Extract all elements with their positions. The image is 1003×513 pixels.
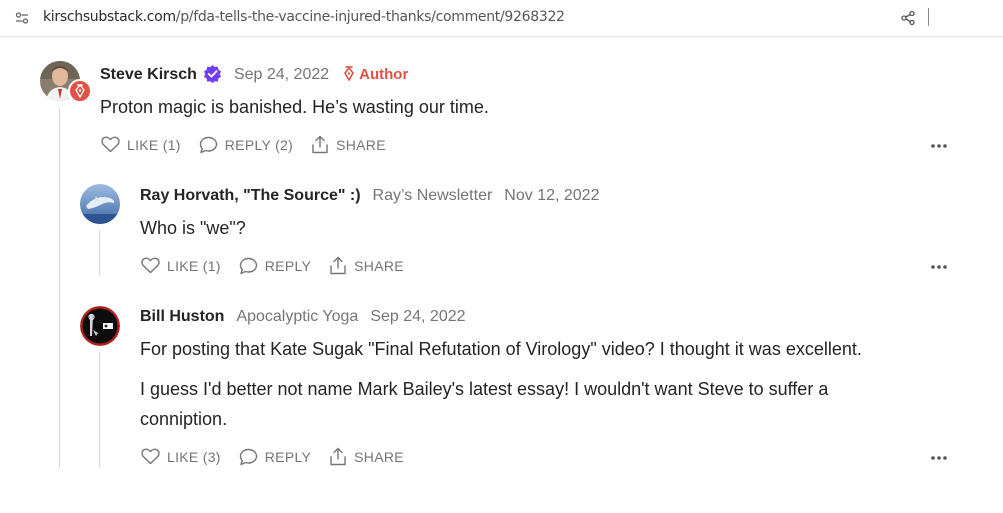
reply-label: REPLY (2) xyxy=(224,136,294,153)
avatar[interactable] xyxy=(80,306,120,346)
reply-button[interactable]: REPLY xyxy=(239,257,311,275)
share-button[interactable]: SHARE xyxy=(329,447,404,466)
comment-publication[interactable]: Ray’s Newsletter xyxy=(373,187,493,204)
comment-text: I guess I'd better not name Mark Bailey'… xyxy=(140,379,829,399)
comment-text: conniption. xyxy=(140,409,228,429)
comment-text: Proton magic is banished. He’s wasting o… xyxy=(100,97,489,117)
comment-text: For posting that Kate Sugak "Final Refut… xyxy=(140,339,862,359)
author-pen-icon xyxy=(344,66,355,82)
more-icon[interactable] xyxy=(930,264,948,270)
author-pen-icon xyxy=(75,83,85,99)
like-button[interactable]: LIKE (1) xyxy=(141,257,221,274)
more-icon[interactable] xyxy=(930,455,948,461)
reply-label: REPLY xyxy=(264,448,312,465)
comment-meta: Bill Huston Apocalyptic Yoga Sep 24, 2022 xyxy=(140,308,466,326)
like-button[interactable]: LIKE (1) xyxy=(101,136,181,153)
comment-publication[interactable]: Apocalyptic Yoga xyxy=(236,308,358,325)
share-button[interactable]: SHARE xyxy=(329,256,404,275)
share-button[interactable]: SHARE xyxy=(311,135,386,154)
share-icon xyxy=(330,256,346,275)
comment-date[interactable]: Sep 24, 2022 xyxy=(370,308,465,325)
share-label: SHARE xyxy=(336,136,386,153)
reply-button[interactable]: REPLY xyxy=(239,448,311,466)
reply-bubble-icon xyxy=(199,136,217,153)
author-badge xyxy=(68,79,92,103)
share-label: SHARE xyxy=(354,257,404,274)
comment-author[interactable]: Ray Horvath, "The Source" :) xyxy=(140,187,361,204)
comment-meta: Steve Kirsch Sep 24, 2022 Author xyxy=(100,64,408,84)
heart-icon xyxy=(141,257,160,274)
like-label: LIKE (1) xyxy=(167,257,221,274)
share-icon xyxy=(312,135,328,154)
like-label: LIKE (3) xyxy=(167,448,221,465)
author-tag: Author xyxy=(343,66,408,83)
more-icon[interactable] xyxy=(930,143,948,149)
comment-body: For posting that Kate Sugak "Final Refut… xyxy=(140,334,862,434)
comment-body: Who is "we"? xyxy=(140,213,246,243)
verified-icon xyxy=(203,64,221,83)
heart-icon xyxy=(101,136,120,153)
share-page-icon[interactable] xyxy=(900,10,916,26)
share-icon xyxy=(330,447,346,466)
comment-author[interactable]: Steve Kirsch xyxy=(100,66,197,83)
url-path: /p/fda-tells-the-vaccine-injured-thanks/… xyxy=(175,9,565,25)
comment-actions: LIKE (3) REPLY SHARE xyxy=(141,447,422,466)
reply-bubble-icon xyxy=(239,257,257,274)
comment-author[interactable]: Bill Huston xyxy=(140,308,224,325)
thread-line-main[interactable] xyxy=(59,108,60,468)
avatar[interactable] xyxy=(80,184,120,224)
share-label: SHARE xyxy=(354,448,404,465)
like-button[interactable]: LIKE (3) xyxy=(141,448,221,465)
url-host: kirschsubstack.com xyxy=(43,9,176,25)
comment-date[interactable]: Sep 24, 2022 xyxy=(234,66,329,83)
address-field[interactable]: kirschsubstack.com/p/fda-tells-the-vacci… xyxy=(43,9,565,25)
site-settings-icon[interactable] xyxy=(15,11,29,25)
comment-actions: LIKE (1) REPLY SHARE xyxy=(141,256,422,275)
author-tag-label: Author xyxy=(359,66,409,83)
comment-meta: Ray Horvath, "The Source" :) Ray’s Newsle… xyxy=(140,187,599,205)
comment-body: Proton magic is banished. He’s wasting o… xyxy=(100,92,489,122)
browser-url-bar: kirschsubstack.com/p/fda-tells-the-vacci… xyxy=(0,0,1003,37)
heart-icon xyxy=(141,448,160,465)
like-label: LIKE (1) xyxy=(127,136,181,153)
toolbar-divider xyxy=(928,8,929,26)
reply-label: REPLY xyxy=(264,257,312,274)
thread-line-reply[interactable] xyxy=(99,352,100,467)
thread-line-reply[interactable] xyxy=(99,230,100,275)
reply-bubble-icon xyxy=(239,448,257,465)
comment-actions: LIKE (1) REPLY (2) SHARE xyxy=(101,135,404,154)
comment-date[interactable]: Nov 12, 2022 xyxy=(504,187,599,204)
reply-button[interactable]: REPLY (2) xyxy=(199,136,293,154)
comment-text: Who is "we"? xyxy=(140,218,246,238)
